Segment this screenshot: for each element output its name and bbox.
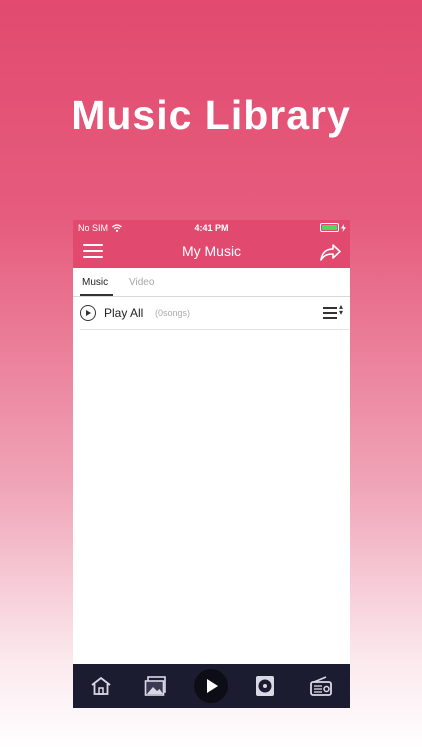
- gallery-icon[interactable]: [144, 674, 168, 698]
- play-all-button[interactable]: Play All: [104, 306, 143, 320]
- song-count: (0songs): [155, 308, 191, 318]
- tab-bar-top: Music Video: [73, 268, 350, 297]
- tab-video[interactable]: Video: [129, 277, 154, 288]
- sort-list-icon[interactable]: ▴ ▾: [323, 302, 347, 320]
- tab-selected-indicator: [80, 294, 113, 296]
- navbar: My Music: [73, 236, 350, 268]
- sort-arrows-icon: ▴ ▾: [339, 302, 344, 317]
- bottom-tab-bar: [73, 664, 350, 708]
- home-icon[interactable]: [89, 674, 113, 698]
- play-icon[interactable]: [194, 669, 228, 703]
- charging-icon: [341, 223, 346, 232]
- page-title: My Music: [181, 243, 242, 259]
- phone-screen: No SIM 4:41 PM My Music Music Video Play…: [73, 220, 350, 708]
- share-icon[interactable]: [319, 242, 341, 262]
- status-bar: No SIM 4:41 PM: [73, 220, 350, 236]
- play-circle-icon[interactable]: [80, 305, 96, 321]
- promo-title: Music Library: [71, 92, 351, 138]
- radio-icon[interactable]: [309, 674, 333, 698]
- battery-icon: [320, 223, 339, 232]
- music-disc-icon[interactable]: [253, 674, 277, 698]
- play-all-row: Play All (0songs) ▴ ▾: [80, 299, 349, 330]
- tab-music[interactable]: Music: [82, 277, 108, 288]
- status-time: 4:41 PM: [194, 223, 229, 233]
- status-right: [320, 223, 346, 232]
